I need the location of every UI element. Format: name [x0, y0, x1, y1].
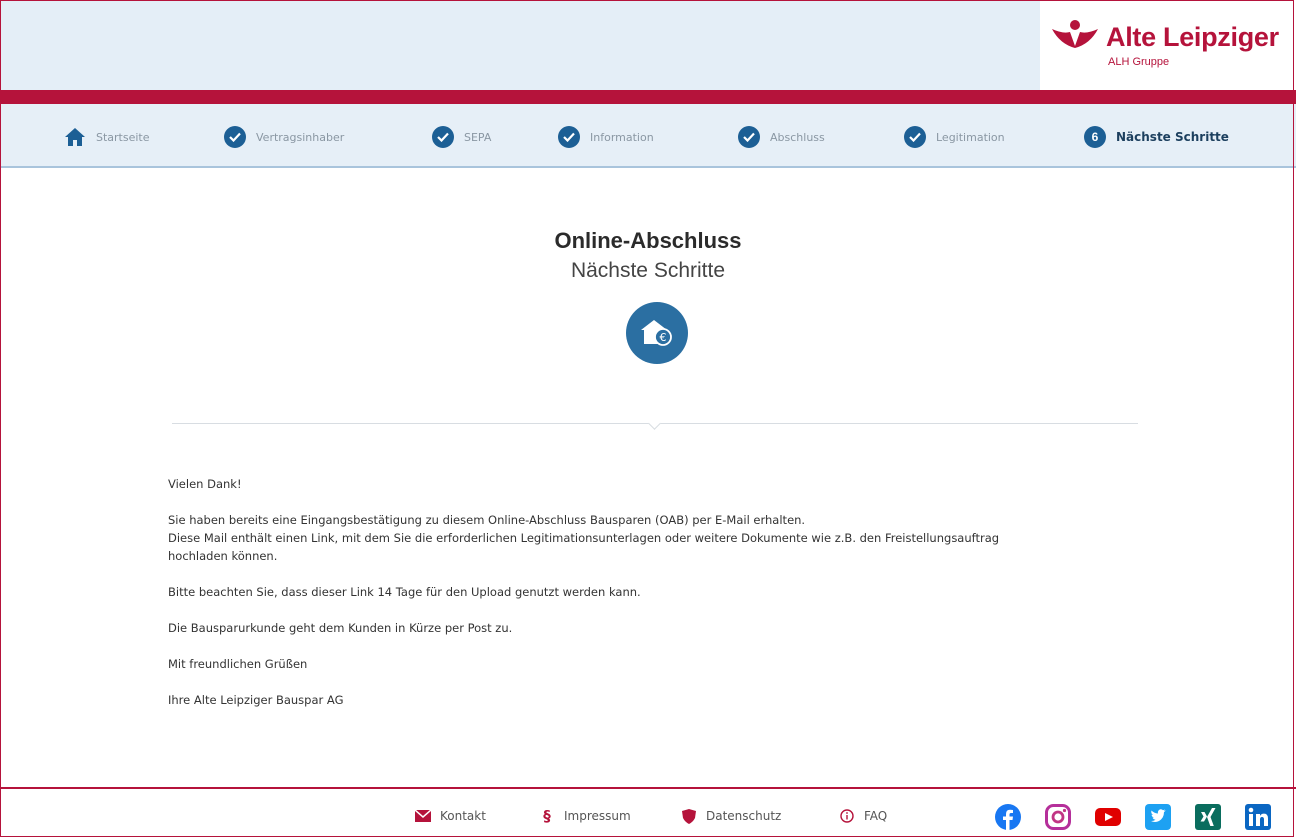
page-border: [0, 0, 1294, 837]
